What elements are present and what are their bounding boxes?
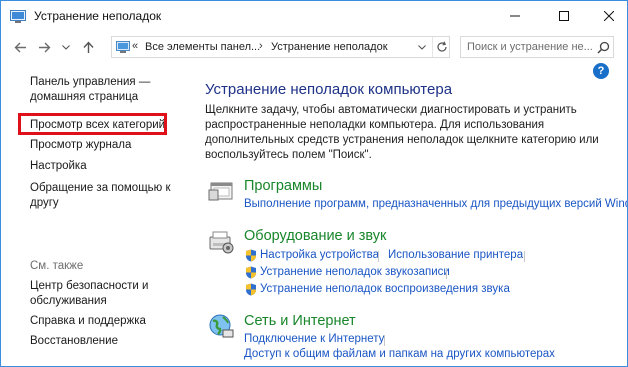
page-title: Устранение неполадок компьютера (205, 81, 453, 98)
troubleshoot-recording-link[interactable]: Устранение неполадок звукозаписи (260, 265, 450, 280)
highlight-box (18, 113, 167, 135)
link-divider (446, 268, 447, 279)
troubleshoot-app-icon (10, 10, 26, 23)
programs-icon[interactable] (208, 178, 234, 204)
category-programs-title[interactable]: Программы (244, 178, 322, 194)
forward-button[interactable] (35, 38, 53, 56)
use-printer-link[interactable]: Использование принтера (388, 248, 523, 263)
chevron-down-icon (62, 44, 70, 50)
address-overflow-chevron[interactable]: « (132, 40, 138, 52)
link-divider (384, 335, 385, 346)
uac-shield-icon (246, 249, 256, 262)
security-maintenance-link-line2[interactable]: обслуживания (30, 294, 107, 309)
get-help-from-friend-link-line2[interactable]: другу (30, 196, 59, 211)
troubleshoot-playback-link[interactable]: Устранение неполадок воспроизведения зву… (260, 282, 510, 297)
minimize-button[interactable] (493, 1, 537, 31)
link-divider (524, 251, 525, 262)
link-divider (378, 251, 379, 262)
configure-device-link[interactable]: Настройка устройства (260, 248, 379, 263)
window-title: Устранение неполадок (34, 9, 162, 23)
connect-internet-link[interactable]: Подключение к Интернету (244, 332, 384, 347)
uac-shield-icon (246, 266, 256, 279)
view-history-link[interactable]: Просмотр журнала (30, 138, 131, 153)
get-help-from-friend-link-line1[interactable]: Обращение за помощью к (30, 181, 171, 196)
hardware-sound-icon[interactable] (208, 228, 234, 254)
category-network-internet-title[interactable]: Сеть и Интернет (244, 313, 356, 329)
forward-arrow-icon (38, 42, 50, 52)
access-shared-files-link[interactable]: Доступ к общим файлам и папкам на других… (244, 347, 555, 362)
run-older-programs-link[interactable]: Выполнение программ, предназначенных для… (244, 197, 627, 212)
close-button[interactable] (587, 1, 627, 31)
control-panel-home-link-line1[interactable]: Панель управления — (30, 75, 150, 90)
control-panel-icon (116, 41, 130, 53)
help-button[interactable]: ? (593, 63, 609, 79)
up-arrow-icon (82, 40, 94, 53)
search-placeholder: Поиск и устранение не... (467, 41, 593, 53)
description-line: дополнительных средств устранения непола… (205, 134, 599, 146)
breadcrumb-all-items[interactable]: Все элементы панел... (145, 41, 260, 53)
page-description: Щелкните задачу, чтобы автоматически диа… (205, 103, 605, 163)
breadcrumb-separator[interactable]: › (259, 40, 263, 52)
breadcrumb-troubleshooting[interactable]: Устранение неполадок (271, 41, 388, 53)
window: Устранение неполадок « Все элементы пане… (0, 0, 628, 367)
title-bar: Устранение неполадок (1, 1, 627, 31)
description-line: распространенные неполадки компьютера. Д… (205, 119, 545, 131)
minimize-icon (510, 15, 520, 17)
control-panel-home-link-line2[interactable]: домашняя страница (30, 90, 138, 105)
recent-locations-button[interactable] (57, 38, 75, 56)
see-also-heading: См. также (30, 260, 84, 272)
chevron-down-icon (417, 44, 426, 50)
refresh-icon (436, 41, 447, 52)
refresh-button[interactable] (432, 37, 450, 57)
category-hardware-sound-title[interactable]: Оборудование и звук (244, 228, 386, 244)
close-icon (604, 11, 614, 21)
navigation-bar: « Все элементы панел... › Устранение неп… (1, 32, 627, 62)
recovery-link[interactable]: Восстановление (30, 334, 118, 349)
maximize-icon (559, 11, 569, 21)
description-line: воспользуйтесь полем "Поиск". (205, 149, 372, 161)
up-button[interactable] (79, 38, 97, 56)
network-icon[interactable] (208, 313, 234, 339)
settings-link[interactable]: Настройка (30, 159, 87, 174)
back-arrow-icon (14, 42, 26, 52)
uac-shield-icon (246, 283, 256, 296)
address-bar[interactable]: « Все элементы панел... › Устранение неп… (111, 36, 450, 58)
description-line: Щелкните задачу, чтобы автоматически диа… (205, 104, 577, 116)
security-maintenance-link-line1[interactable]: Центр безопасности и (30, 279, 148, 294)
search-icon[interactable] (597, 41, 610, 54)
help-support-link[interactable]: Справка и поддержка (30, 314, 146, 329)
maximize-button[interactable] (542, 1, 586, 31)
address-dropdown-button[interactable] (412, 37, 430, 57)
back-button[interactable] (11, 38, 29, 56)
search-box[interactable]: Поиск и устранение не... (460, 36, 614, 58)
